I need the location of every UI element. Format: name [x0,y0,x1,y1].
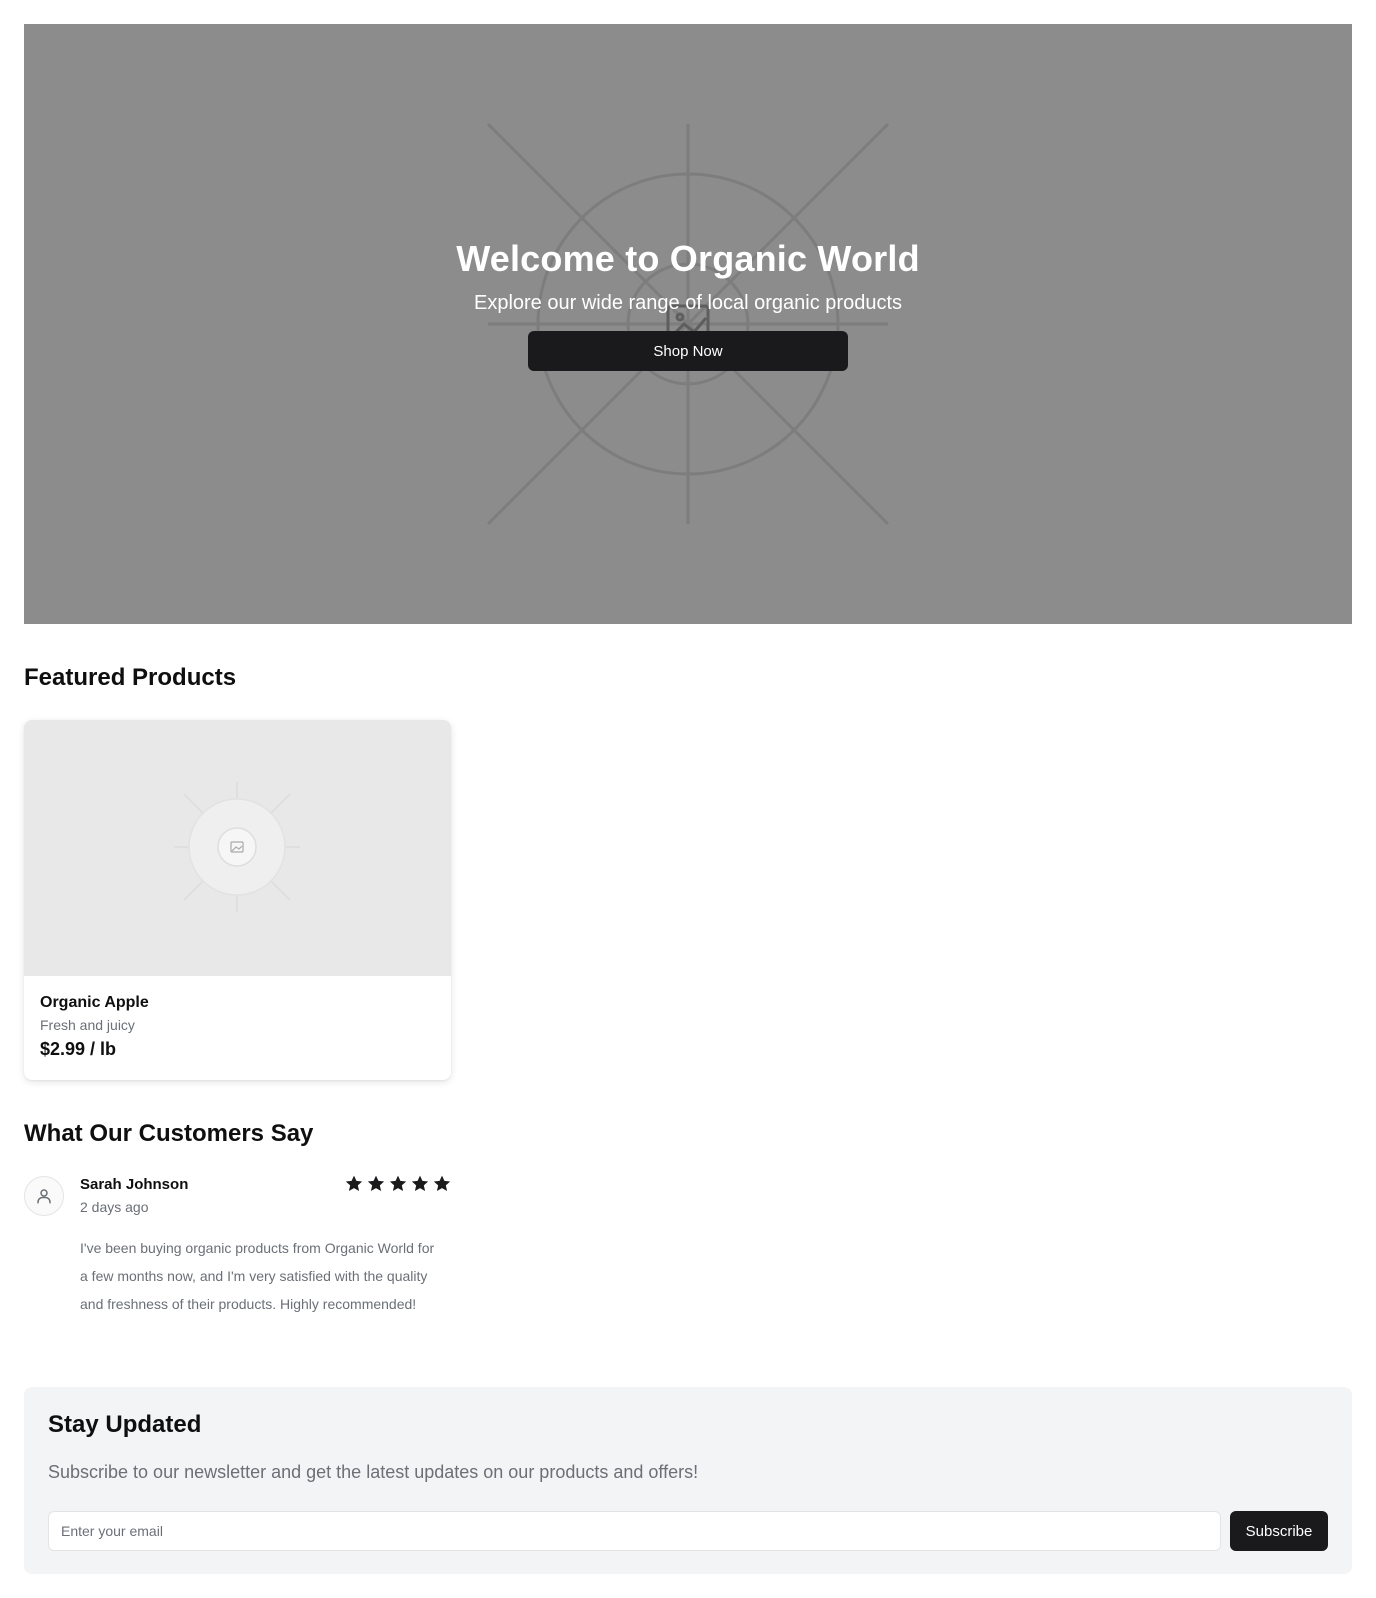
product-card[interactable]: Organic Apple Fresh and juicy $2.99 / lb [24,720,451,1080]
testimonials-heading: What Our Customers Say [24,1120,314,1147]
subscribe-button[interactable]: Subscribe [1230,1511,1328,1551]
shop-now-button[interactable]: Shop Now [528,331,848,371]
email-input[interactable] [48,1511,1221,1551]
star-icon [411,1175,429,1191]
hero-content: Welcome to Organic World Explore our wid… [24,24,1352,624]
newsletter-heading: Stay Updated [48,1411,202,1438]
product-info: Organic Apple Fresh and juicy $2.99 / lb [40,992,149,1062]
reviewer-info: Sarah Johnson 2 days ago [80,1174,188,1218]
product-price: $2.99 / lb [40,1039,117,1059]
hero-title: Welcome to Organic World [456,238,920,279]
reviewer-name: Sarah Johnson [80,1176,189,1193]
hero-banner: Welcome to Organic World Explore our wid… [24,24,1352,624]
star-icon [433,1175,451,1191]
product-description: Fresh and juicy [40,1017,135,1033]
star-rating [344,1174,452,1194]
newsletter-section: Stay Updated Subscribe to our newsletter… [24,1387,1352,1574]
review-text: I've been buying organic products from O… [80,1240,435,1312]
user-icon [37,1189,51,1204]
featured-products-heading: Featured Products [24,664,237,691]
product-image [24,720,451,976]
star-icon [345,1175,363,1191]
star-icon [389,1175,407,1191]
star-icon [367,1175,385,1191]
newsletter-text: Subscribe to our newsletter and get the … [48,1462,699,1482]
hero-subtitle: Explore our wide range of local organic … [473,292,903,314]
avatar [24,1176,64,1216]
product-name: Organic Apple [40,994,149,1011]
review-time: 2 days ago [80,1199,149,1215]
